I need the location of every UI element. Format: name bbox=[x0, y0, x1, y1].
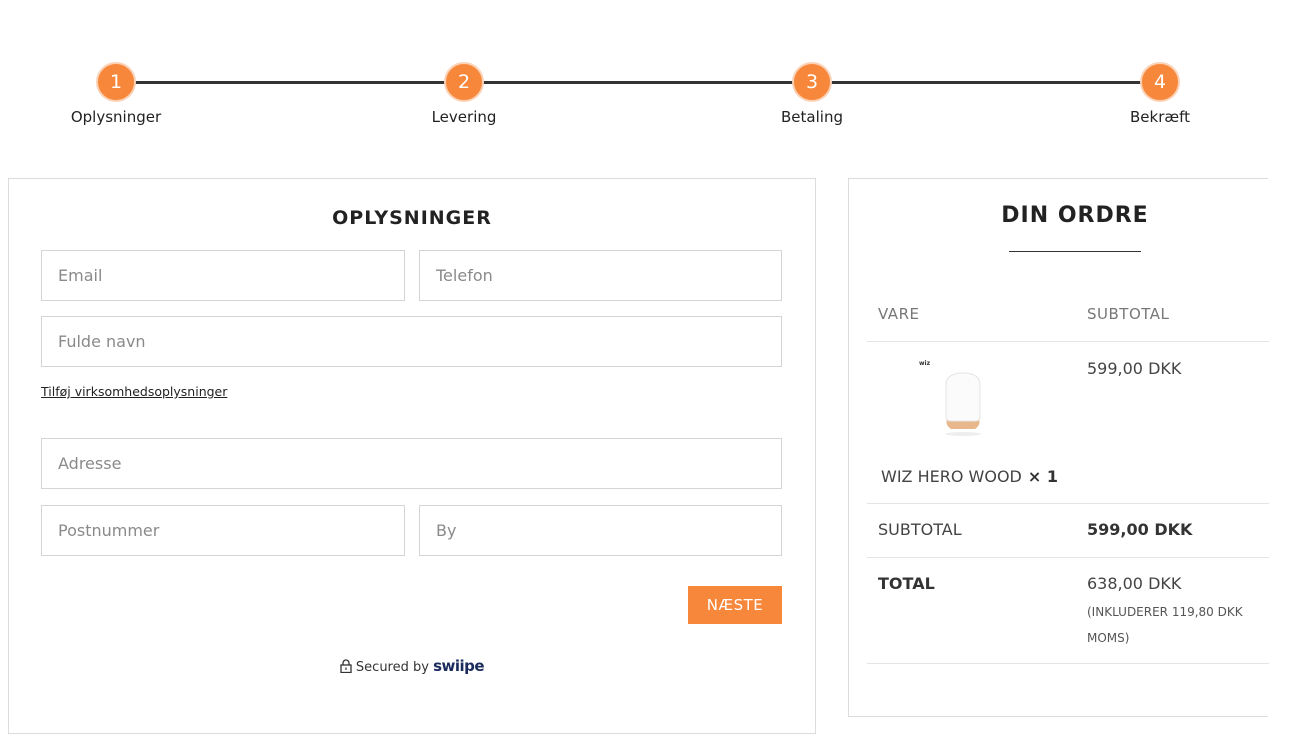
step-betaling[interactable]: 3 Betaling bbox=[742, 62, 882, 126]
total-value: 638,00 DKK bbox=[1087, 574, 1182, 593]
checkout-stepper: 1 Oplysninger 2 Levering 3 Betaling 4 Be… bbox=[0, 0, 1300, 150]
product-price: 599,00 DKK bbox=[1087, 359, 1182, 378]
step-label: Oplysninger bbox=[70, 108, 162, 126]
divider bbox=[867, 503, 1269, 504]
subtotal-value: 599,00 DKK bbox=[1087, 520, 1193, 539]
step-number: 1 bbox=[96, 62, 136, 102]
product-title: WIZ HERO WOOD bbox=[881, 467, 1022, 486]
next-button[interactable]: NÆSTE bbox=[688, 586, 782, 624]
secured-text: Secured by bbox=[355, 660, 429, 675]
svg-text:wiz: wiz bbox=[919, 360, 931, 367]
full-name-field[interactable] bbox=[41, 316, 782, 367]
step-levering[interactable]: 2 Levering bbox=[394, 62, 534, 126]
product-image: wiz bbox=[919, 357, 999, 437]
step-bekraeft[interactable]: 4 Bekræft bbox=[1090, 62, 1230, 126]
address-field[interactable] bbox=[41, 438, 782, 489]
add-business-info-link[interactable]: Tilføj virksomhedsoplysninger bbox=[41, 384, 227, 399]
column-header-subtotal: SUBTOTAL bbox=[1087, 305, 1170, 323]
postal-code-field[interactable] bbox=[41, 505, 405, 556]
email-field[interactable] bbox=[41, 250, 405, 301]
title-underline bbox=[1009, 251, 1141, 252]
product-quantity: × 1 bbox=[1027, 467, 1058, 486]
secured-by-badge: Secured by swiipe bbox=[9, 657, 815, 677]
step-label: Betaling bbox=[781, 108, 843, 126]
phone-field[interactable] bbox=[419, 250, 782, 301]
product-name: WIZ HERO WOOD × 1 bbox=[881, 467, 1058, 486]
step-label: Levering bbox=[431, 108, 497, 126]
vat-note: (INKLUDERER 119,80 DKK MOMS) bbox=[1087, 605, 1243, 645]
information-form-card: OPLYSNINGER Tilføj virksomhedsoplysninge… bbox=[8, 178, 816, 734]
order-summary-card: DIN ORDRE VARE SUBTOTAL wiz 599,00 DKK W… bbox=[848, 178, 1269, 717]
divider bbox=[867, 341, 1269, 342]
order-title: DIN ORDRE bbox=[1001, 203, 1149, 228]
total-label: TOTAL bbox=[878, 574, 935, 593]
lock-icon bbox=[340, 659, 352, 677]
step-label: Bekræft bbox=[1130, 108, 1190, 126]
column-header-item: VARE bbox=[878, 305, 920, 323]
stepper-line bbox=[116, 81, 1160, 84]
subtotal-label: SUBTOTAL bbox=[878, 520, 962, 539]
step-number: 4 bbox=[1140, 62, 1180, 102]
city-field[interactable] bbox=[419, 505, 782, 556]
divider bbox=[867, 663, 1269, 664]
step-number: 3 bbox=[792, 62, 832, 102]
step-number: 2 bbox=[444, 62, 484, 102]
step-oplysninger[interactable]: 1 Oplysninger bbox=[46, 62, 186, 126]
form-title: OPLYSNINGER bbox=[332, 207, 492, 229]
divider bbox=[867, 557, 1269, 558]
swiipe-logo: swiipe bbox=[433, 657, 485, 675]
